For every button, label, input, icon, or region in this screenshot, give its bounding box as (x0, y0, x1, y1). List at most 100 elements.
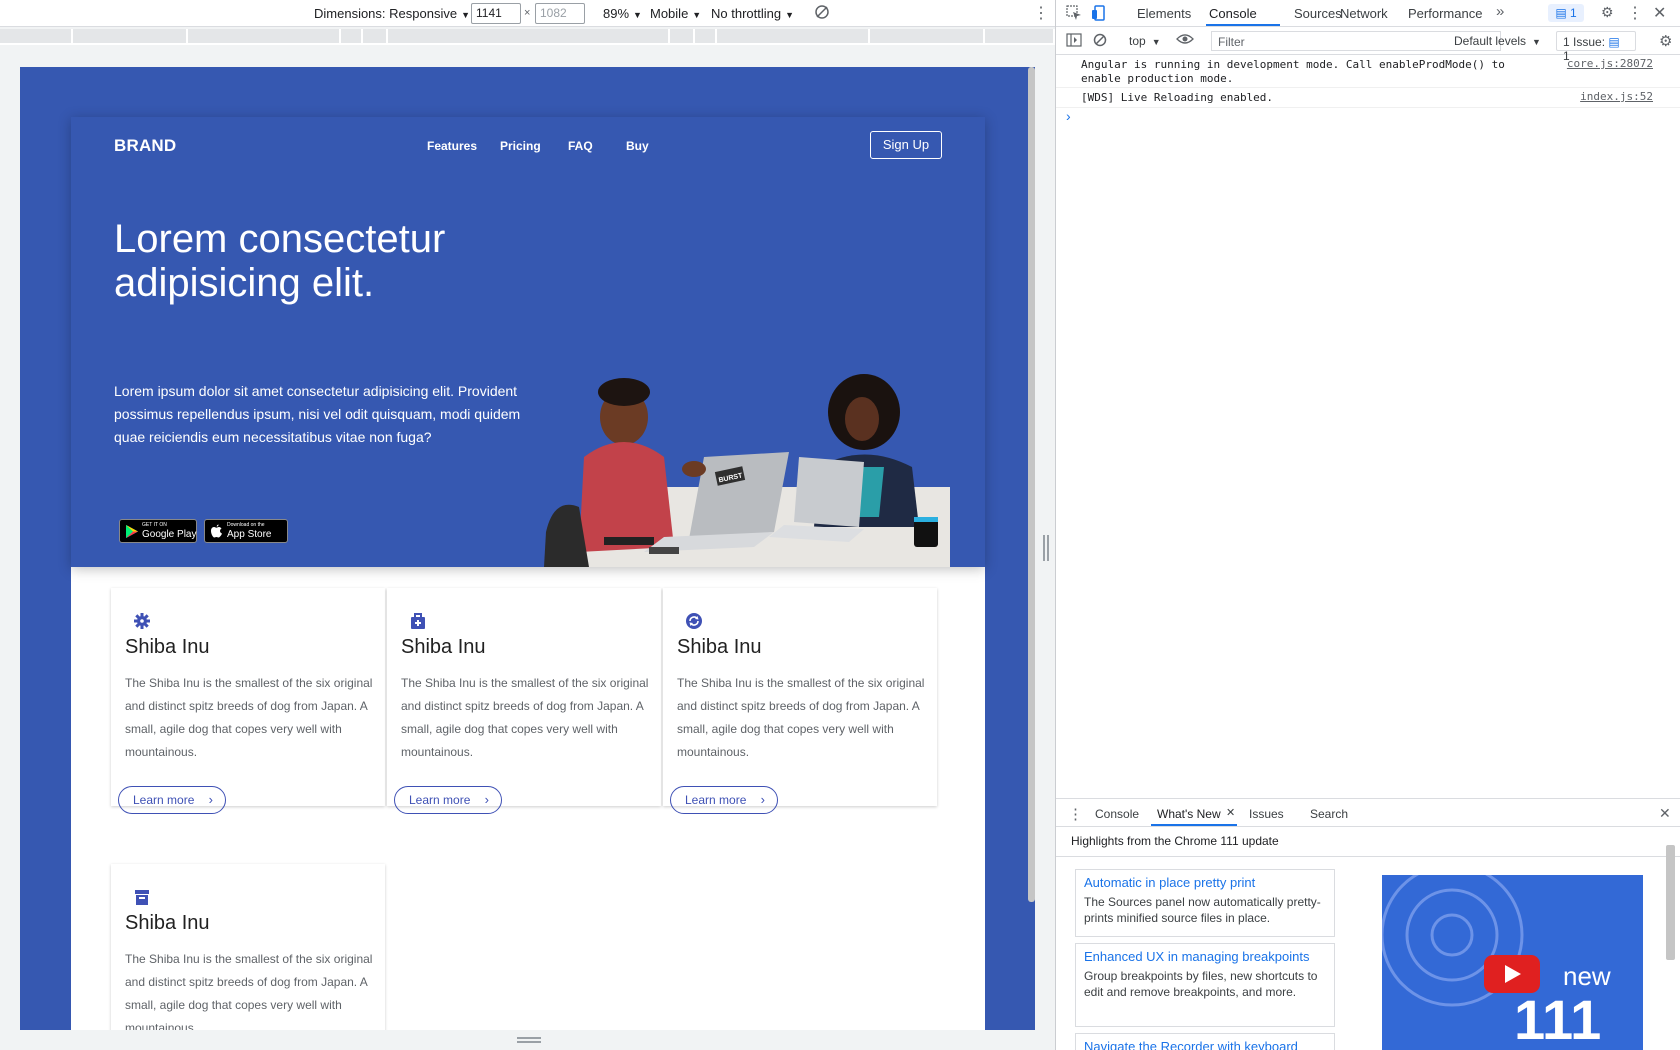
drawer-menu-icon[interactable]: ⋮ (1068, 805, 1083, 823)
feature-card: Shiba Inu The Shiba Inu is the smallest … (387, 588, 661, 814)
learn-more-button[interactable]: Learn more › (118, 786, 226, 814)
issues-badge[interactable]: ▤ 1 (1548, 4, 1584, 22)
dimensions-label: Dimensions: Responsive (314, 6, 458, 21)
message-icon: ▤ (1555, 6, 1570, 20)
hero-description: Lorem ipsum dolor sit amet consectetur a… (114, 383, 521, 445)
inspect-element-icon[interactable] (1066, 5, 1082, 24)
card-title: Shiba Inu (401, 636, 486, 658)
card-text: The Shiba Inu is the smallest of the six… (125, 676, 373, 759)
media-query-ruler (0, 29, 1055, 45)
ruler-segment[interactable] (341, 29, 363, 43)
drawer-scrollbar[interactable] (1666, 845, 1675, 960)
more-tabs-icon[interactable]: » (1496, 3, 1504, 20)
whats-new-item[interactable]: Automatic in place pretty print The Sour… (1075, 869, 1335, 937)
console-prompt-icon[interactable]: › (1066, 108, 1071, 124)
whats-new-item-title[interactable]: Navigate the Recorder with keyboard (1084, 1038, 1326, 1050)
sidebar-toggle-icon[interactable] (1066, 33, 1082, 50)
console-source-link[interactable]: core.js:28072 (1567, 57, 1653, 71)
sign-up-button[interactable]: Sign Up (870, 131, 942, 159)
device-emulation-pane: Dimensions: Responsive ▼ 1141 × 1082 89% ▼… (0, 0, 1055, 1050)
nav-buy[interactable]: Buy (626, 139, 649, 153)
whats-new-item[interactable]: Enhanced UX in managing breakpoints Grou… (1075, 943, 1335, 1027)
issue-counter-button[interactable]: 1 Issue: ▤ 1 (1556, 31, 1636, 63)
ruler-segment[interactable] (695, 29, 717, 43)
active-drawer-tab-indicator (1151, 824, 1237, 826)
nav-pricing[interactable]: Pricing (500, 139, 541, 153)
context-selector[interactable]: top ▼ (1129, 34, 1161, 48)
close-drawer-icon[interactable]: ✕ (1659, 805, 1671, 822)
drawer-tab-whats-new[interactable]: What's New (1157, 807, 1221, 821)
drawer-tab-console[interactable]: Console (1095, 807, 1139, 821)
dimensions-dropdown[interactable]: Dimensions: Responsive ▼ (314, 6, 470, 21)
tab-network[interactable]: Network (1340, 6, 1388, 21)
learn-more-button[interactable]: Learn more › (394, 786, 502, 814)
log-levels-label: Default levels (1454, 34, 1527, 48)
learn-more-label: Learn more (133, 793, 195, 807)
ruler-segment[interactable] (985, 29, 1055, 43)
whats-new-item-desc: Group breakpoints by files, new shortcut… (1084, 969, 1318, 999)
chevron-right-icon: › (208, 792, 213, 807)
ruler-segment[interactable] (188, 29, 341, 43)
tab-elements[interactable]: Elements (1137, 6, 1191, 21)
log-levels-dropdown[interactable]: Default levels ▼ (1454, 34, 1541, 48)
ruler-segment[interactable] (388, 29, 670, 43)
devtools-panel: Elements Console Sources Network Perform… (1055, 0, 1680, 1050)
card-text: The Shiba Inu is the smallest of the six… (401, 676, 649, 759)
zoom-dropdown[interactable]: 89% ▼ (603, 6, 642, 21)
google-play-icon (126, 525, 138, 538)
ruler-segment[interactable] (363, 29, 388, 43)
tab-console[interactable]: Console (1209, 6, 1257, 21)
rotate-icon[interactable] (814, 4, 830, 23)
close-icon[interactable]: ✕ (1653, 3, 1666, 23)
close-tab-icon[interactable]: ✕ (1226, 806, 1235, 819)
device-type-dropdown[interactable]: Mobile ▼ (650, 6, 701, 21)
tab-performance[interactable]: Performance (1408, 6, 1482, 21)
page-scrollbar[interactable] (1028, 67, 1035, 902)
card-title: Shiba Inu (125, 912, 210, 934)
learn-more-label: Learn more (409, 793, 471, 807)
resize-handle-bottom[interactable] (517, 1037, 541, 1043)
ruler-segment[interactable] (870, 29, 985, 43)
resize-handle-right[interactable] (1043, 535, 1049, 561)
nav-features[interactable]: Features (427, 139, 477, 153)
nav-faq[interactable]: FAQ (568, 139, 593, 153)
console-settings-icon[interactable]: ⚙ (1659, 32, 1672, 50)
hero-title: Lorem consectetur adipisicing elit. (114, 217, 446, 305)
clear-console-icon[interactable] (1093, 33, 1107, 50)
medical-bag-icon (411, 613, 425, 629)
whats-new-item-title[interactable]: Enhanced UX in managing breakpoints (1084, 948, 1326, 966)
whats-new-item-desc: The Sources panel now automatically pret… (1084, 895, 1321, 925)
whats-new-item[interactable]: Navigate the Recorder with keyboard (1075, 1033, 1335, 1050)
video-version-text: 111 (1514, 988, 1602, 1050)
chevron-right-icon: › (484, 792, 489, 807)
throttling-dropdown[interactable]: No throttling ▼ (711, 6, 794, 21)
settings-icon[interactable]: ⚙ (1601, 4, 1614, 21)
console-source-link[interactable]: index.js:52 (1580, 90, 1653, 104)
tab-sources[interactable]: Sources (1294, 6, 1342, 21)
ruler-segment[interactable] (670, 29, 695, 43)
card-title: Shiba Inu (677, 636, 762, 658)
throttling-label: No throttling (711, 6, 782, 21)
brand-logo[interactable]: BRAND (114, 136, 176, 156)
google-play-badge[interactable]: GET IT ON Google Play (119, 519, 197, 543)
ruler-segment[interactable] (717, 29, 870, 43)
issues-badge-count: 1 (1569, 6, 1577, 20)
more-options-icon[interactable]: ⋮ (1033, 3, 1049, 23)
device-toggle-icon[interactable] (1091, 5, 1107, 24)
learn-more-button[interactable]: Learn more › (670, 786, 778, 814)
google-play-text: Google Play (142, 529, 197, 540)
ruler-segment[interactable] (73, 29, 188, 43)
more-options-icon[interactable]: ⋮ (1627, 3, 1643, 23)
eye-icon[interactable] (1176, 32, 1194, 49)
message-icon: ▤ (1608, 35, 1620, 49)
app-store-badge[interactable]: Download on the App Store (204, 519, 288, 543)
caret-down-icon: ▼ (461, 10, 470, 20)
drawer-tab-search[interactable]: Search (1310, 807, 1348, 821)
ruler-segment[interactable] (0, 29, 73, 43)
whats-new-item-title[interactable]: Automatic in place pretty print (1084, 874, 1326, 892)
width-input[interactable]: 1141 (471, 3, 521, 24)
height-input[interactable]: 1082 (535, 3, 585, 24)
google-play-small-text: GET IT ON (142, 522, 167, 528)
whats-new-video[interactable]: new 111 (1382, 875, 1643, 1050)
drawer-tab-issues[interactable]: Issues (1249, 807, 1284, 821)
